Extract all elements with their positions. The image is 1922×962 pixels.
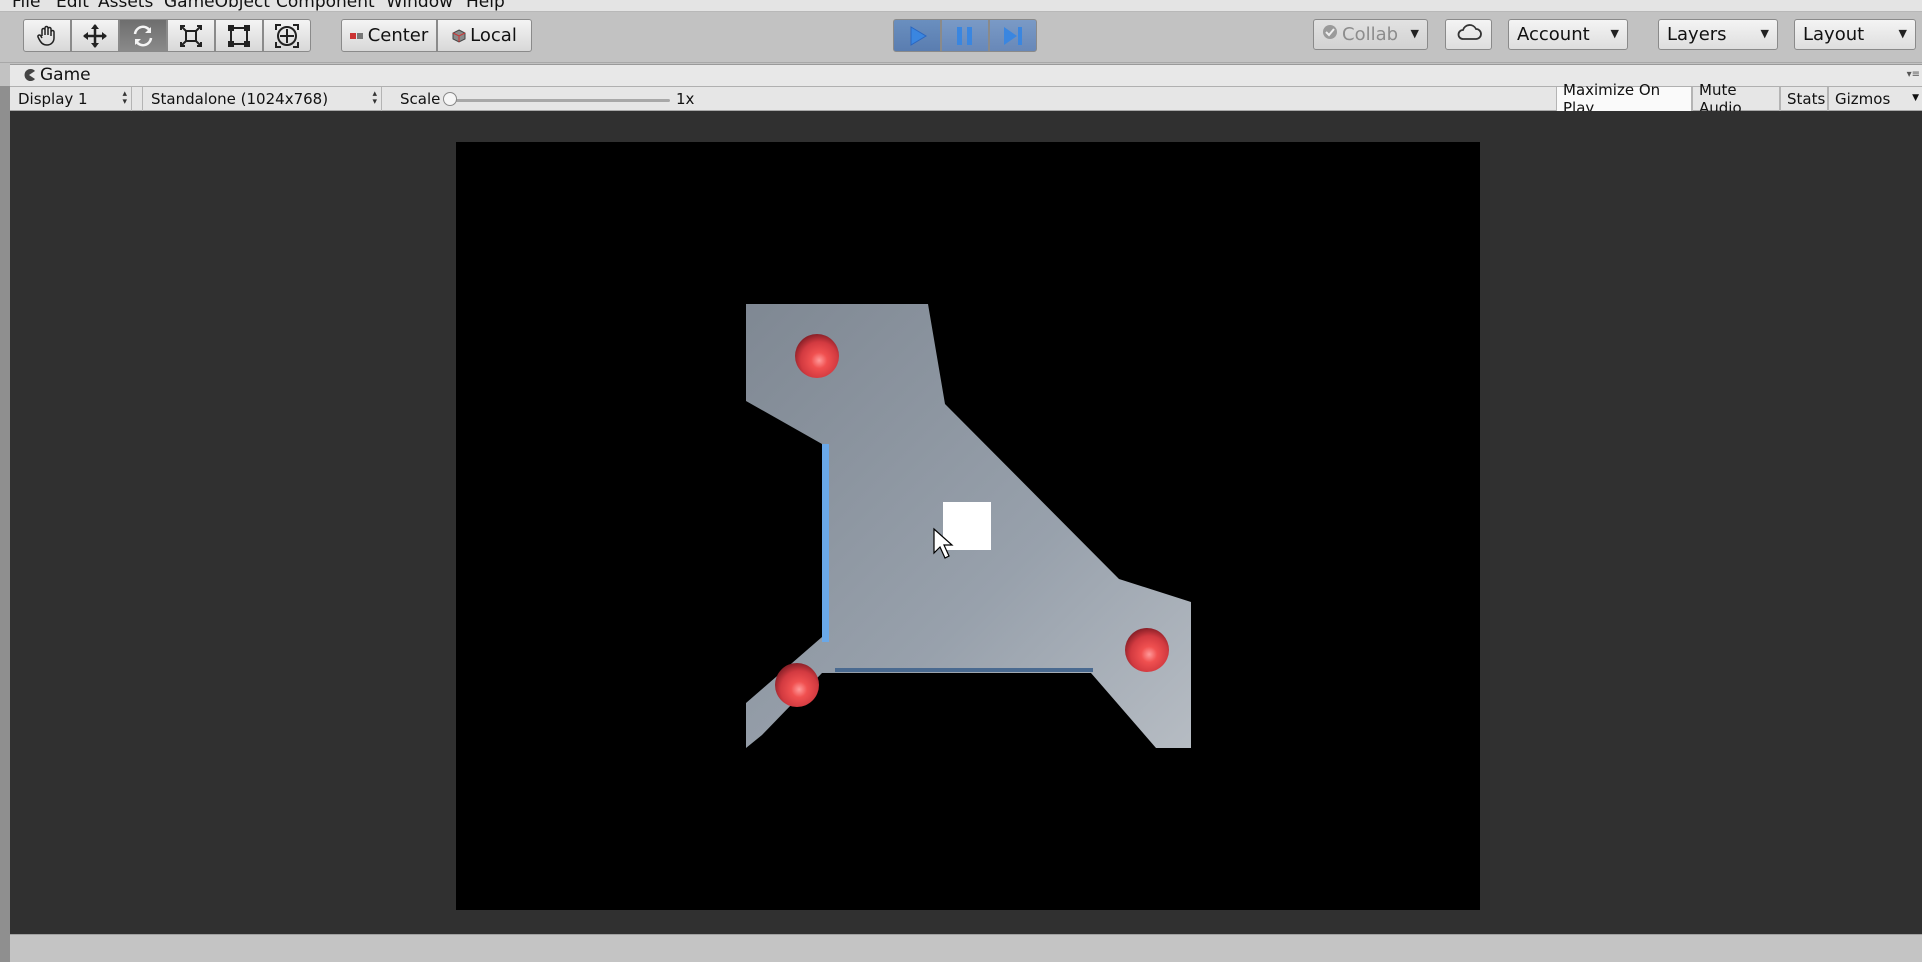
game-scene (746, 304, 1191, 748)
resolution-value: Standalone (1024x768) (151, 90, 329, 108)
layers-dropdown[interactable]: Layers ▼ (1658, 19, 1778, 50)
menu-bar: File Edit Assets GameObject Component Wi… (0, 0, 1922, 12)
chevron-down-icon: ▼ (1610, 27, 1619, 40)
move-icon (82, 23, 108, 49)
display-select[interactable]: Display 1 ▴ ▾ (10, 87, 132, 111)
menu-gameobject[interactable]: GameObject (164, 0, 270, 11)
layout-label: Layout (1803, 24, 1865, 45)
layers-label: Layers (1667, 24, 1727, 45)
mute-audio-toggle[interactable]: Mute Audio (1692, 81, 1780, 117)
wall-left (822, 444, 829, 642)
red-sphere-bottom (775, 663, 819, 707)
wall-bottom (835, 668, 1093, 672)
rotate-icon (130, 23, 156, 49)
play-icon (905, 24, 929, 48)
maximize-on-play-toggle[interactable]: Maximize On Play (1556, 81, 1692, 117)
step-icon (1001, 25, 1025, 47)
gizmos-label: Gizmos (1835, 90, 1891, 108)
step-button[interactable] (989, 19, 1037, 52)
chevron-down-icon: ▼ (1760, 27, 1769, 40)
layout-dropdown[interactable]: Layout ▼ (1794, 19, 1916, 50)
display-value: Display 1 (18, 90, 88, 108)
scale-label: Scale (392, 87, 442, 111)
account-label: Account (1517, 24, 1590, 45)
pivot-local-button[interactable]: Local (437, 19, 532, 52)
cloud-button[interactable] (1445, 19, 1492, 50)
tab-game-label: Game (40, 65, 91, 85)
pivot-center-label: Center (367, 25, 429, 46)
rect-tool-button[interactable] (215, 19, 263, 52)
gizmos-dropdown[interactable]: Gizmos ▼ (1828, 87, 1922, 111)
scale-label-text: Scale (400, 90, 441, 108)
status-bar (10, 934, 1922, 962)
pause-icon (955, 25, 975, 47)
scale-slider-thumb[interactable] (443, 92, 457, 106)
menu-edit[interactable]: Edit (56, 0, 89, 11)
scale-value: 1x (668, 87, 708, 111)
resolution-select[interactable]: Standalone (1024x768) ▴ ▾ (142, 87, 382, 111)
transform-all-icon (273, 22, 301, 50)
center-pivot-icon (349, 31, 364, 41)
pause-button[interactable] (941, 19, 989, 52)
hand-tool-button[interactable] (23, 19, 71, 52)
account-dropdown[interactable]: Account ▼ (1508, 19, 1628, 50)
collab-label: Collab (1342, 24, 1399, 45)
stats-toggle[interactable]: Stats (1780, 87, 1828, 111)
left-dock-edge (0, 64, 10, 962)
scale-slider-track[interactable] (450, 99, 670, 102)
local-cube-icon (452, 28, 466, 43)
panel-menu-icon[interactable]: ▾≡ (1907, 69, 1920, 80)
main-toolbar: Center Local Collab ▼ Account ▼ Layers ▼… (0, 12, 1922, 63)
rect-transform-icon (226, 23, 252, 49)
menu-assets[interactable]: Assets (98, 0, 153, 11)
pivot-local-label: Local (470, 25, 517, 46)
updown-arrows-icon: ▴ ▾ (372, 89, 377, 107)
game-viewport[interactable] (456, 142, 1480, 910)
collab-check-icon (1322, 24, 1338, 45)
chevron-down-icon: ▼ (1898, 27, 1907, 40)
move-tool-button[interactable] (71, 19, 119, 52)
play-button[interactable] (893, 19, 941, 52)
menu-help[interactable]: Help (466, 0, 505, 11)
rotate-tool-button[interactable] (119, 19, 167, 52)
chevron-down-icon: ▼ (1912, 93, 1919, 103)
game-view-controls: Display 1 ▴ ▾ Standalone (1024x768) ▴ ▾ Sc… (10, 81, 1922, 117)
scale-value-text: 1x (676, 90, 695, 108)
scale-tool-button[interactable] (167, 19, 215, 52)
hand-icon (35, 24, 59, 48)
scale-icon (178, 23, 204, 49)
menu-component[interactable]: Component (276, 0, 375, 11)
chevron-down-icon: ▼ (1410, 27, 1419, 40)
unity-editor-window: File Edit Assets GameObject Component Wi… (0, 0, 1922, 962)
pivot-center-button[interactable]: Center (341, 19, 437, 52)
updown-arrows-icon: ▴ ▾ (122, 89, 127, 107)
collab-dropdown[interactable]: Collab ▼ (1313, 19, 1428, 50)
transform-tool-button[interactable] (263, 19, 311, 52)
stats-label: Stats (1787, 90, 1826, 108)
game-pacman-icon (22, 68, 36, 86)
cloud-icon (1456, 23, 1482, 46)
menu-file[interactable]: File (12, 0, 40, 11)
menu-window[interactable]: Window (386, 0, 453, 11)
red-sphere-top (795, 334, 839, 378)
red-sphere-right (1125, 628, 1169, 672)
